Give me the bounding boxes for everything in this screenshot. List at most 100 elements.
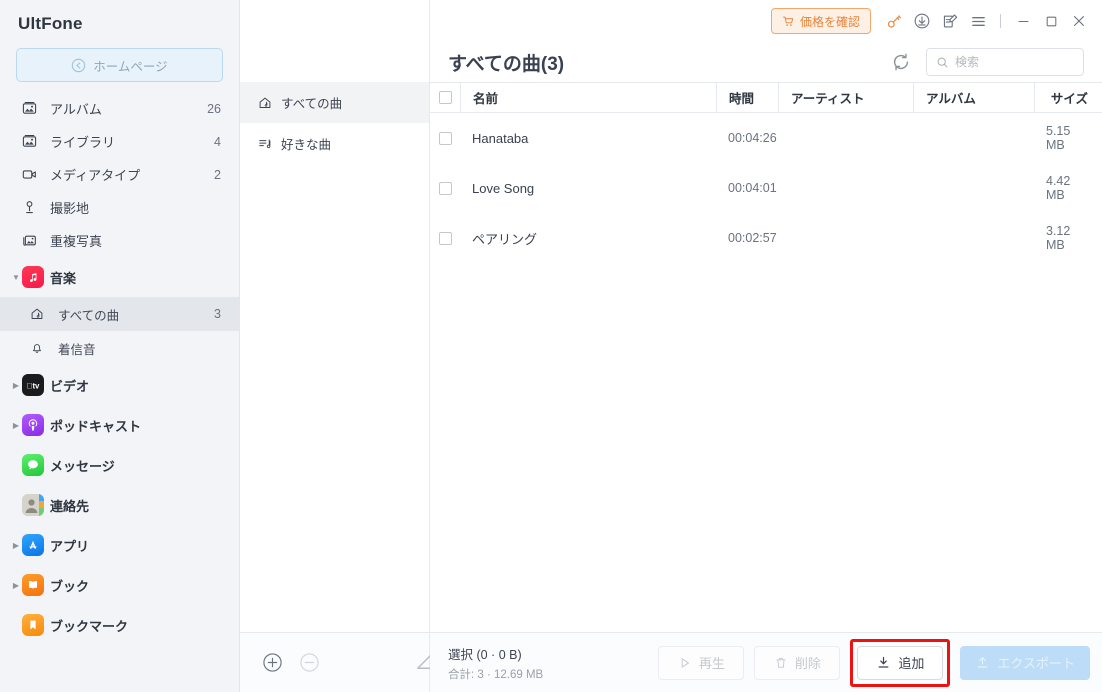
select-all-checkbox[interactable] — [438, 91, 452, 104]
selected-count-label: 選択 (0 · 0 B) — [448, 647, 522, 662]
page-title: すべての曲(3) — [448, 53, 565, 75]
table-header-row: 名前 時間 アーティスト アルバム サイズ — [430, 82, 1102, 113]
music-app-icon — [22, 266, 44, 288]
playlist-toolbar — [240, 632, 431, 692]
sidebar-item-ringtones[interactable]: 着信音 — [0, 331, 239, 365]
house-note-icon — [258, 96, 272, 110]
chevron-right-icon: ▶ — [12, 580, 20, 590]
sidebar-group-messages[interactable]: メッセージ — [0, 445, 239, 485]
check-price-label: 価格を確認 — [799, 14, 860, 29]
download-icon[interactable] — [909, 8, 935, 34]
songs-table: 名前 時間 アーティスト アルバム サイズ Hanataba 00:04:26 … — [430, 82, 1102, 632]
chevron-right-icon: ▶ — [12, 380, 20, 390]
row-checkbox[interactable] — [438, 131, 452, 145]
maximize-button[interactable] — [1038, 8, 1064, 34]
check-price-button[interactable]: 価格を確認 — [770, 8, 871, 34]
column-header-name[interactable]: 名前 — [460, 83, 716, 112]
table-row[interactable]: ペアリング 00:02:57 3.12 MB — [430, 213, 1102, 263]
select-all-header[interactable] — [430, 83, 460, 112]
sidebar: UltFone ホームページ アルバム 26 ライブラリ 4 メディアタイプ 2… — [0, 0, 240, 692]
sidebar-item-library[interactable]: ライブラリ 4 — [0, 125, 239, 158]
search-box[interactable] — [926, 48, 1084, 76]
sidebar-item-all-songs[interactable]: すべての曲 3 — [0, 297, 239, 331]
row-select-cell[interactable] — [430, 231, 460, 245]
playlist-item-all-songs[interactable]: すべての曲 — [240, 82, 429, 123]
sidebar-group-video[interactable]: ▶ tv ビデオ — [0, 365, 239, 405]
key-icon[interactable] — [881, 8, 907, 34]
sidebar-item-media-type[interactable]: メディアタイプ 2 — [0, 158, 239, 191]
cell-size: 5.15 MB — [1046, 124, 1071, 152]
sidebar-group-label: メッセージ — [50, 458, 115, 474]
sidebar-group-apps[interactable]: ▶ アプリ — [0, 525, 239, 565]
add-button-highlight: 追加 — [850, 638, 951, 687]
row-checkbox[interactable] — [438, 231, 452, 245]
books-app-icon — [22, 574, 44, 596]
minimize-button[interactable] — [1010, 8, 1036, 34]
search-icon — [936, 56, 949, 69]
row-select-cell[interactable] — [430, 181, 460, 195]
home-page-button[interactable]: ホームページ — [16, 48, 223, 82]
cell-time: 00:04:01 — [728, 181, 777, 195]
title-bar: 価格を確認 — [430, 0, 1102, 42]
sidebar-group-podcast[interactable]: ▶ ポッドキャスト — [0, 405, 239, 445]
column-header-album[interactable]: アルバム — [913, 83, 1034, 112]
bookmark-app-icon — [22, 614, 44, 636]
minus-circle-icon — [299, 652, 320, 673]
photo-album-icon — [22, 101, 44, 116]
add-button[interactable]: 追加 — [857, 645, 944, 680]
delete-button[interactable]: 削除 — [754, 645, 841, 680]
close-button[interactable] — [1066, 8, 1092, 34]
column-header-artist[interactable]: アーティスト — [778, 83, 913, 112]
sidebar-group-label: ブック — [50, 578, 90, 594]
sidebar-item-duplicate-photos[interactable]: 重複写真 — [0, 224, 239, 257]
home-page-label: ホームページ — [93, 59, 168, 74]
plus-circle-icon[interactable] — [262, 652, 283, 673]
appstore-app-icon — [22, 534, 44, 556]
menu-icon[interactable] — [965, 8, 991, 34]
sidebar-item-shot-location[interactable]: 撮影地 — [0, 191, 239, 224]
sidebar-item-count: 3 — [214, 307, 221, 321]
sidebar-item-count: 26 — [207, 101, 221, 116]
refresh-icon[interactable] — [890, 51, 912, 73]
sidebar-group-label: ブックマーク — [50, 618, 129, 634]
sidebar-item-label: 着信音 — [58, 342, 96, 357]
sidebar-item-label: アルバム — [50, 102, 102, 117]
playlist-list: すべての曲 好きな曲 — [240, 82, 429, 632]
bell-icon — [30, 341, 52, 355]
svg-text:tv: tv — [27, 381, 40, 390]
trash-icon — [774, 656, 788, 670]
export-button[interactable]: エクスポート — [960, 645, 1090, 680]
column-header-time[interactable]: 時間 — [716, 83, 778, 112]
chevron-right-icon: ▶ — [12, 420, 20, 430]
toolbar-separator — [1000, 14, 1001, 28]
podcast-app-icon — [22, 414, 44, 436]
playlist-panel: すべての曲 好きな曲 — [240, 0, 431, 692]
sidebar-group-bookmarks[interactable]: ブックマーク — [0, 605, 239, 645]
sidebar-item-albums[interactable]: アルバム 26 — [0, 92, 239, 125]
table-row[interactable]: Hanataba 00:04:26 5.15 MB — [430, 113, 1102, 163]
sidebar-item-label: 重複写真 — [50, 234, 103, 249]
column-header-size[interactable]: サイズ — [1034, 83, 1102, 112]
play-label: 再生 — [698, 656, 725, 671]
sidebar-group-contacts[interactable]: 連絡先 — [0, 485, 239, 525]
row-checkbox[interactable] — [438, 181, 452, 195]
back-circle-icon — [71, 58, 86, 73]
playlist-item-favorites[interactable]: 好きな曲 — [240, 123, 429, 164]
table-row[interactable]: Love Song 00:04:01 4.42 MB — [430, 163, 1102, 213]
cart-icon — [782, 15, 795, 28]
sidebar-item-count: 4 — [214, 134, 221, 149]
sidebar-group-books[interactable]: ▶ ブック — [0, 565, 239, 605]
search-input[interactable] — [955, 55, 1074, 69]
sidebar-item-label: メディアタイプ — [50, 168, 141, 183]
sidebar-group-music[interactable]: ▼ 音楽 — [0, 257, 239, 297]
row-select-cell[interactable] — [430, 131, 460, 145]
import-icon — [876, 655, 891, 670]
export-icon — [975, 655, 990, 670]
add-label: 追加 — [898, 656, 925, 671]
chevron-down-icon: ▼ — [12, 272, 20, 282]
feedback-icon[interactable] — [937, 8, 963, 34]
page-header: すべての曲(3) — [430, 42, 1102, 82]
play-button[interactable]: 再生 — [658, 645, 745, 680]
messages-app-icon — [22, 454, 44, 476]
photo-library-icon — [22, 134, 44, 149]
